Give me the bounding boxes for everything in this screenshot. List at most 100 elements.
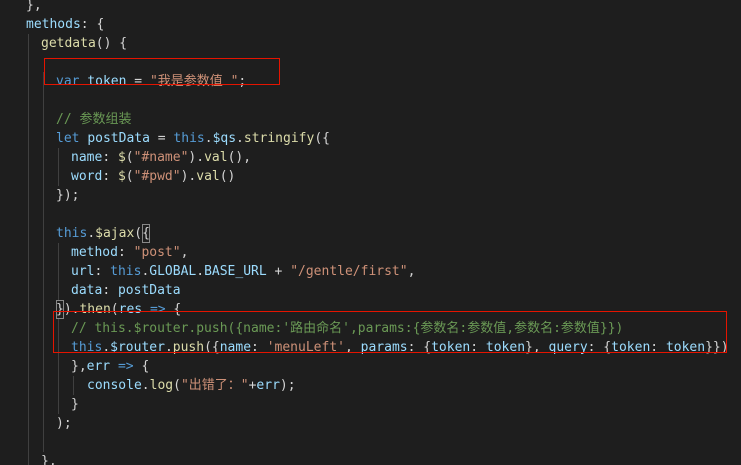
code-token-keyword: this: [110, 264, 142, 279]
code-token-property: err: [256, 378, 280, 393]
code-token-keyword: var: [56, 74, 80, 89]
code-token-default: ,: [180, 245, 189, 260]
code-token-string: "#name": [133, 150, 189, 165]
code-token-property: method: [71, 245, 118, 260]
code-line: console.log("出错了："+err);: [0, 376, 741, 395]
code-line: method: "post",: [0, 243, 741, 262]
code-token-property: token: [665, 340, 706, 355]
code-token-default: ,: [344, 340, 361, 355]
code-line: data: postData: [0, 281, 741, 300]
code-token-default: [110, 359, 118, 374]
code-token-default: (: [134, 226, 143, 241]
code-line: url: this.GLOBAL.BASE_URL + "/gentle/fir…: [0, 262, 741, 281]
code-token-property: token: [485, 340, 526, 355]
code-token-property: console: [87, 378, 142, 393]
code-token-function: $ajax: [95, 226, 135, 241]
code-token-default: +: [266, 264, 291, 279]
code-token-function: push: [172, 340, 205, 355]
code-token-keyword: let: [56, 131, 80, 146]
code-token-default: : {: [80, 17, 105, 32]
code-token-default: .: [102, 340, 111, 355]
code-token-property: query: [548, 340, 588, 355]
code-line: });: [0, 186, 741, 205]
code-token-function: $: [117, 169, 126, 184]
code-line: this.$router.push({name: 'menuLeft', par…: [0, 338, 741, 357]
code-line: );: [0, 414, 741, 433]
code-token-default: {: [142, 224, 150, 243]
code-token-default: {: [165, 302, 182, 317]
code-editor[interactable]: }, methods: {getdata() {var token = "我是参数…: [0, 0, 741, 465]
code-token-property: data: [71, 283, 103, 298]
code-token-default: (: [125, 150, 134, 165]
code-token-default: :: [102, 150, 118, 165]
code-token-default: });: [56, 188, 80, 203]
code-token-property: $router: [110, 340, 165, 355]
code-token-keyword: =>: [117, 359, 134, 374]
code-token-string: "出错了：": [180, 378, 249, 393]
code-token-default: );: [56, 416, 72, 431]
code-token-default: :: [117, 245, 134, 260]
code-token-function: then: [79, 302, 111, 317]
code-token-function: log: [149, 378, 174, 393]
code-token-default: .: [164, 340, 173, 355]
code-token-property: url: [71, 264, 95, 279]
code-token-default: ({: [204, 340, 220, 355]
code-line: word: $("#pwd").val(): [0, 167, 741, 186]
code-token-default: () {: [95, 36, 128, 51]
code-token-property: token: [87, 74, 127, 89]
code-token-property: err: [86, 359, 111, 374]
code-token-default: ).: [188, 150, 205, 165]
code-token-default: :: [94, 264, 111, 279]
code-line: let postData = this.$qs.stringify({: [0, 129, 741, 148]
code-token-keyword: this: [173, 131, 205, 146]
code-token-default: },: [525, 340, 549, 355]
code-token-property: name: [71, 150, 103, 165]
code-token-string: 'menuLeft': [266, 340, 345, 355]
code-line: var token = "我是参数值 ";: [0, 72, 741, 91]
code-token-default: : {: [407, 340, 432, 355]
code-token-string: "post": [133, 245, 181, 260]
code-token-default: (),: [227, 150, 252, 165]
code-token-default: [142, 302, 150, 317]
code-token-keyword: this: [71, 340, 103, 355]
code-token-default: :: [650, 340, 666, 355]
code-token-default: :: [102, 283, 118, 298]
code-token-function: val: [204, 150, 228, 165]
code-token-property: name: [219, 340, 252, 355]
code-token-comment: // this.$router.push({name:'路由命名',params…: [71, 321, 624, 336]
code-token-default: =: [126, 74, 150, 89]
code-token-property: methods: [26, 17, 81, 32]
code-line: }: [0, 395, 741, 414]
code-token-default: }: [56, 300, 64, 319]
code-token-string: "我是参数值 ": [149, 74, 239, 89]
code-token-function: getdata: [41, 36, 96, 51]
code-token-default: },: [26, 0, 42, 13]
code-line: // this.$router.push({name:'路由命名',params…: [0, 319, 741, 338]
code-token-property: res: [118, 302, 143, 317]
code-token-default: ).: [180, 169, 197, 184]
code-token-default: },: [41, 454, 57, 465]
code-token-default: (: [125, 169, 134, 184]
code-token-property: word: [71, 169, 103, 184]
code-line: getdata() {: [0, 34, 741, 53]
code-token-property: $qs: [212, 131, 237, 146]
code-token-default: ).: [63, 302, 80, 317]
code-token-function: stringify: [243, 131, 315, 146]
code-token-default: }}): [705, 340, 729, 355]
code-token-function: $: [117, 150, 126, 165]
code-token-property: token: [611, 340, 651, 355]
code-token-default: =: [149, 131, 174, 146]
code-token-default: },: [71, 359, 87, 374]
code-token-default: .: [141, 378, 150, 393]
code-token-comment: // 参数组装: [56, 112, 132, 127]
code-token-keyword: =>: [149, 302, 166, 317]
code-token-default: {: [133, 359, 150, 374]
code-line: this.$ajax({: [0, 224, 741, 243]
code-token-property: token: [431, 340, 471, 355]
code-token-default: .: [236, 131, 244, 146]
code-token-default: .: [204, 131, 213, 146]
code-token-default: );: [279, 378, 296, 393]
code-token-string: "#pwd": [133, 169, 181, 184]
